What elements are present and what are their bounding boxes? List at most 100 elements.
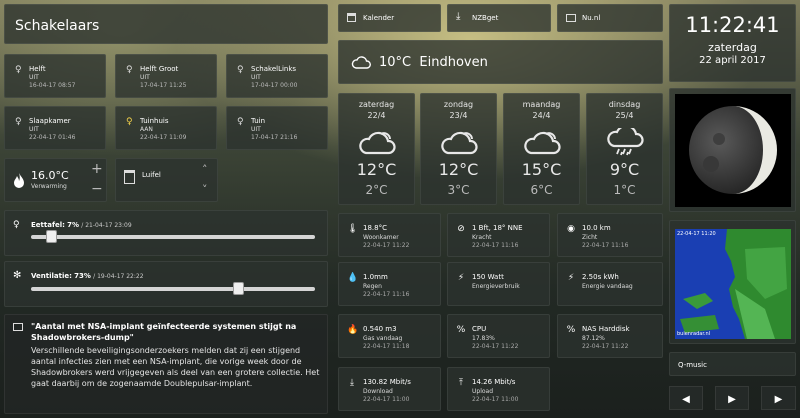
switch-time: 16-04-17 08:57 [29, 82, 76, 89]
forecast-date: 22/4 [367, 111, 386, 120]
switch-state: UIT [29, 74, 39, 81]
forecast-min: 2°C [365, 183, 388, 197]
stat-value: 14.26 Mbit/s [472, 378, 516, 386]
switch-tile[interactable]: ♀ Tuinhuis AAN 22-04-17 11:09 [115, 106, 217, 150]
dimmer-header: Eettafel: 7% / 21-04-17 23:09 [31, 221, 132, 229]
stat-label: Upload [472, 388, 494, 395]
stat-time: 22-04-17 11:22 [363, 242, 410, 249]
music-station: Q-music [678, 361, 707, 369]
fan-slider-handle[interactable] [233, 282, 245, 295]
play-button[interactable]: ▶ [715, 386, 749, 410]
blinds-label: Luifel [142, 171, 161, 179]
switch-tile[interactable]: ♀ Helft Groot UIT 17-04-17 11:25 [115, 54, 217, 98]
dimmer-panel: ♀ Eettafel: 7% / 21-04-17 23:09 [4, 210, 328, 256]
next-button[interactable]: ▶ [761, 386, 796, 410]
switch-time: 17-04-17 11:25 [140, 82, 187, 89]
switch-tile[interactable]: ♀ SchakelLinks UIT 17-04-17 00:00 [226, 54, 328, 98]
cloudy-icon [522, 128, 562, 158]
link-kalender[interactable]: Kalender [338, 4, 441, 32]
switch-tile[interactable]: ♀ Tuin UIT 17-04-17 21:16 [226, 106, 328, 150]
stat-label: Regen [363, 283, 382, 290]
switch-name: Helft [29, 65, 46, 73]
link-label: Nu.nl [582, 14, 601, 22]
link-nzbget[interactable]: ⤓ NZBget [447, 4, 551, 32]
radar-image [680, 229, 791, 339]
switch-state: UIT [251, 74, 261, 81]
stat-value: 10.0 km [582, 224, 611, 232]
stat-tile[interactable]: ⤓ 130.82 Mbit/s Download 22-04-17 11:00 [338, 367, 441, 411]
bulb-icon: ♀ [237, 117, 244, 127]
stat-tile[interactable]: ⚡ 150 Watt Energieverbruik [447, 262, 550, 306]
bulb-icon: ♀ [13, 220, 20, 230]
switch-time: 17-04-17 00:00 [251, 82, 298, 89]
fan-slider-track[interactable] [31, 282, 315, 295]
switch-name: Helft Groot [140, 65, 179, 73]
bulb-icon: ♀ [15, 117, 22, 127]
previous-button[interactable]: ◀ [669, 386, 703, 410]
forecast-weekday: zondag [443, 100, 474, 109]
news-panel: "Aantal met NSA-implant geïnfecteerde sy… [4, 314, 328, 414]
stat-time: 22-04-17 11:16 [582, 242, 629, 249]
stat-tile[interactable]: ◉ 10.0 km Zicht 22-04-17 11:16 [557, 213, 663, 257]
stat-tile[interactable]: % NAS Harddisk 87.12% 22-04-17 11:22 [557, 314, 663, 358]
dimmer-time: / 21-04-17 23:09 [81, 222, 132, 229]
thermometer-icon: 🌡 [347, 224, 359, 234]
blinds-up-button[interactable]: ˄ [202, 163, 208, 176]
stat-value: 2.50s kWh [582, 273, 619, 281]
switch-time: 17-04-17 21:16 [251, 134, 298, 141]
clock-weekday: zaterdag [708, 41, 757, 54]
stat-tile[interactable]: 💧 1.0mm Regen 22-04-17 11:16 [338, 262, 441, 306]
switch-name: SchakelLinks [251, 65, 297, 73]
clock-panel: 11:22:41 zaterdag 22 april 2017 [669, 4, 796, 82]
dimmer-slider-track[interactable] [31, 230, 315, 243]
forecast-day: dinsdag 25/4 9°C 1°C [586, 93, 663, 205]
stat-value: CPU [472, 325, 487, 333]
switch-name: Tuinhuis [140, 117, 169, 125]
switch-tile[interactable]: ♀ Slaapkamer UIT 22-04-17 01:46 [4, 106, 106, 150]
switch-state: UIT [251, 126, 261, 133]
switch-time: 22-04-17 11:09 [140, 134, 187, 141]
switch-tile[interactable]: ♀ Helft UIT 16-04-17 08:57 [4, 54, 106, 98]
stat-tile[interactable]: 🌡 18.8°C Woonkamer 22-04-17 11:22 [338, 213, 441, 257]
stat-tile[interactable]: ⚡ 2.50s kWh Energie vandaag [557, 262, 663, 306]
flame-icon: 🔥 [347, 325, 359, 335]
stat-tile[interactable]: % CPU 17.83% 22-04-17 11:22 [447, 314, 550, 358]
news-headline[interactable]: "Aantal met NSA-implant geïnfecteerde sy… [31, 321, 321, 343]
download-icon: ⤓ [350, 378, 354, 388]
stat-value: 1.0mm [363, 273, 388, 281]
bulb-icon: ♀ [15, 65, 22, 75]
next-icon: ▶ [774, 394, 783, 405]
moon-image [689, 106, 777, 194]
thermostat-minus-button[interactable]: − [91, 181, 103, 197]
stat-label: Zicht [582, 234, 598, 241]
link-nunl[interactable]: Nu.nl [557, 4, 663, 32]
eye-icon: ◉ [567, 224, 575, 234]
moon-image-frame [675, 94, 791, 207]
plug-icon: ⚡ [567, 273, 575, 283]
stat-label: 17.83% [472, 335, 495, 342]
upload-icon: ⤒ [459, 378, 463, 388]
radar-map[interactable]: 22-04-17 11:20 buienradar.nl [675, 229, 791, 339]
bulb-icon: ♀ [237, 65, 244, 75]
stat-value: 1 Bft, 18° NNE [472, 224, 523, 232]
music-panel: Q-music [669, 352, 796, 376]
stat-tile[interactable]: 🔥 0.540 m3 Gas vandaag 22-04-17 11:18 [338, 314, 441, 358]
stat-value: 150 Watt [472, 273, 504, 281]
dimmer-value: 7% [67, 221, 80, 229]
stat-tile[interactable]: ⤒ 14.26 Mbit/s Upload 22-04-17 11:00 [447, 367, 550, 411]
download-icon: ⤓ [456, 11, 461, 22]
forecast-day: maandag 24/4 15°C 6°C [503, 93, 580, 205]
fan-icon: ✻ [13, 270, 22, 281]
forecast-weekday: dinsdag [608, 100, 641, 109]
forecast-date: 25/4 [615, 111, 634, 120]
stat-tile[interactable]: ⊘ 1 Bft, 18° NNE Kracht 22-04-17 11:16 [447, 213, 550, 257]
stat-value: 130.82 Mbit/s [363, 378, 411, 386]
switch-time: 22-04-17 01:46 [29, 134, 76, 141]
thermostat-value: 16.0°C [31, 169, 69, 182]
forecast-min: 3°C [447, 183, 470, 197]
thermostat-plus-button[interactable]: + [91, 161, 103, 177]
blinds-down-button[interactable]: ˅ [202, 183, 208, 196]
cloudy-icon [357, 128, 397, 158]
dimmer-slider-handle[interactable] [45, 230, 57, 243]
forecast-min: 6°C [530, 183, 553, 197]
